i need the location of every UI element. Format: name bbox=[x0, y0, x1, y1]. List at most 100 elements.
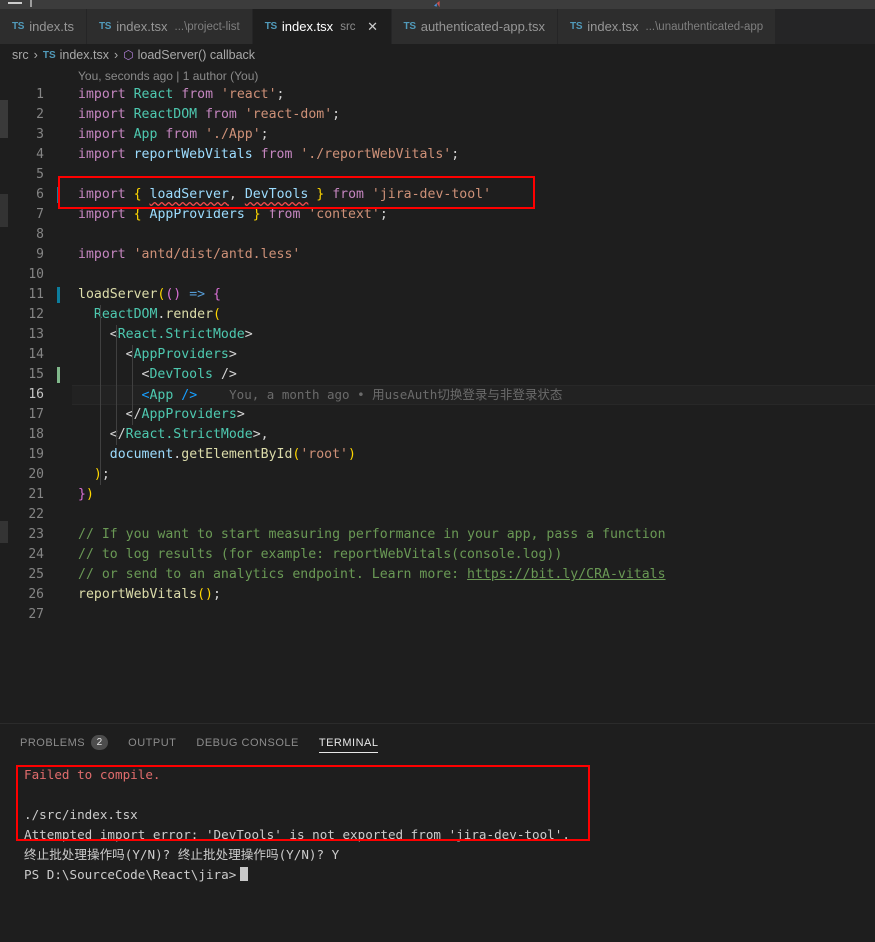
code-line[interactable]: 12 ReactDOM.render( bbox=[0, 305, 875, 325]
ts-file-icon: TS bbox=[42, 49, 56, 61]
line-number: 18 bbox=[28, 427, 44, 442]
breadcrumb[interactable]: src › TS index.tsx › ⬡ loadServer() call… bbox=[0, 44, 875, 66]
line-content: import 'antd/dist/antd.less' bbox=[78, 247, 301, 262]
code-line[interactable]: 2 import ReactDOM from 'react-dom'; bbox=[0, 105, 875, 125]
panel-tab-problems[interactable]: PROBLEMS 2 bbox=[20, 724, 109, 759]
terminal-prompt-line[interactable]: PS D:\SourceCode\React\jira> bbox=[24, 865, 875, 885]
indent-guide bbox=[100, 325, 101, 345]
code-line[interactable]: 9 import 'antd/dist/antd.less' bbox=[0, 245, 875, 265]
panel-tab-label: OUTPUT bbox=[128, 736, 177, 749]
editor-tab-authenticated-app-tsx[interactable]: TS authenticated-app.tsx bbox=[391, 9, 559, 44]
line-content: loadServer(() => { bbox=[78, 287, 221, 302]
indent-guide bbox=[100, 305, 101, 325]
title-bar-marker bbox=[30, 0, 32, 7]
breadcrumb-file[interactable]: index.tsx bbox=[60, 48, 109, 62]
line-content: // If you want to start measuring perfor… bbox=[78, 527, 666, 542]
tab-label: index.ts bbox=[29, 19, 74, 34]
panel-tab-label: TERMINAL bbox=[318, 736, 379, 749]
indent-guide bbox=[132, 405, 133, 425]
tab-description: ...\unauthenticated-app bbox=[645, 20, 764, 33]
line-number: 8 bbox=[36, 227, 44, 242]
panel-tab-output[interactable]: OUTPUT bbox=[128, 724, 176, 759]
terminal-output[interactable]: Failed to compile. ./src/index.tsx Attem… bbox=[0, 759, 875, 942]
line-number: 14 bbox=[28, 347, 44, 362]
tab-label: index.tsx bbox=[116, 19, 168, 34]
panel-tab-bar: PROBLEMS 2 OUTPUT DEBUG CONSOLE TERMINAL bbox=[0, 724, 875, 759]
tab-description: ...\project-list bbox=[174, 20, 240, 33]
code-line[interactable]: 11 loadServer(() => { bbox=[0, 285, 875, 305]
code-line[interactable]: 26 reportWebVitals(); bbox=[0, 585, 875, 605]
line-number: 15 bbox=[28, 367, 44, 382]
panel-tab-label: PROBLEMS bbox=[20, 736, 86, 749]
line-content: <App /> You, a month ago • 用useAuth切换登录与非… bbox=[141, 387, 563, 403]
code-line[interactable]: 14 <AppProviders> bbox=[0, 345, 875, 365]
vscode-logo-icon bbox=[434, 1, 440, 8]
code-line[interactable]: 27 bbox=[0, 605, 875, 625]
line-content: <React.StrictMode> bbox=[109, 327, 253, 342]
code-line[interactable]: 17 </AppProviders> bbox=[0, 405, 875, 425]
line-content: import { loadServer, DevTools } from 'ji… bbox=[78, 187, 492, 202]
close-icon[interactable]: ✕ bbox=[367, 20, 379, 33]
line-number: 13 bbox=[28, 327, 44, 342]
code-line[interactable]: 18 </React.StrictMode>, bbox=[0, 425, 875, 445]
line-number: 27 bbox=[28, 607, 44, 622]
panel-tab-terminal[interactable]: TERMINAL bbox=[318, 724, 379, 759]
code-line[interactable]: 15 <DevTools /> bbox=[0, 365, 875, 385]
code-line[interactable]: 22 bbox=[0, 505, 875, 525]
terminal-line: Attempted import error: 'DevTools' is no… bbox=[24, 827, 570, 842]
breadcrumb-root[interactable]: src bbox=[12, 48, 29, 62]
code-lines[interactable]: 1 import React from 'react'; 2 import Re… bbox=[0, 85, 875, 625]
line-number: 10 bbox=[28, 267, 44, 282]
code-editor[interactable]: You, seconds ago | 1 author (You) 1 impo… bbox=[0, 66, 875, 723]
line-content: import React from 'react'; bbox=[78, 87, 285, 102]
line-number: 12 bbox=[28, 307, 44, 322]
code-line[interactable]: 25 // or send to an analytics endpoint. … bbox=[0, 565, 875, 585]
editor-tab-index-ts[interactable]: TS index.ts bbox=[0, 9, 87, 44]
code-line[interactable]: 20 ); bbox=[0, 465, 875, 485]
panel-tab-label: DEBUG CONSOLE bbox=[196, 736, 299, 749]
vscode-window: TS index.ts TS index.tsx ...\project-lis… bbox=[0, 0, 875, 942]
indent-guide bbox=[116, 365, 117, 385]
indent-guide bbox=[100, 405, 101, 425]
code-line-current[interactable]: 16 <App /> You, a month ago • 用useAuth切换登… bbox=[0, 385, 875, 405]
editor-tab-index-tsx-project-list[interactable]: TS index.tsx ...\project-list bbox=[87, 9, 253, 44]
cra-vitals-link[interactable]: https://bit.ly/CRA-vitals bbox=[467, 567, 666, 582]
line-content: <DevTools /> bbox=[141, 367, 237, 382]
editor-tab-index-tsx-unauthenticated-app[interactable]: TS index.tsx ...\unauthenticated-app bbox=[558, 9, 777, 44]
line-content: }) bbox=[78, 487, 94, 502]
code-line[interactable]: 1 import React from 'react'; bbox=[0, 85, 875, 105]
indent-guide bbox=[116, 405, 117, 425]
line-content: import App from './App'; bbox=[78, 127, 269, 142]
line-number: 26 bbox=[28, 587, 44, 602]
terminal-line-prompt-confirm: 终止批处理操作吗(Y/N)? 终止批处理操作吗(Y/N)? Y bbox=[24, 847, 340, 862]
code-line[interactable]: 24 // to log results (for example: repor… bbox=[0, 545, 875, 565]
editor-tab-index-tsx-src[interactable]: TS index.tsx src ✕ bbox=[252, 9, 392, 44]
code-line[interactable]: 4 import reportWebVitals from './reportW… bbox=[0, 145, 875, 165]
code-line[interactable]: 8 bbox=[0, 225, 875, 245]
code-line[interactable]: 23 // If you want to start measuring per… bbox=[0, 525, 875, 545]
indent-guide bbox=[100, 345, 101, 365]
code-line[interactable]: 19 document.getElementById('root') bbox=[0, 445, 875, 465]
line-number: 17 bbox=[28, 407, 44, 422]
code-line[interactable]: 7 import { AppProviders } from 'context'… bbox=[0, 205, 875, 225]
breadcrumb-symbol[interactable]: loadServer() callback bbox=[138, 48, 255, 62]
line-number: 21 bbox=[28, 487, 44, 502]
code-line[interactable]: 13 <React.StrictMode> bbox=[0, 325, 875, 345]
line-number: 4 bbox=[36, 147, 44, 162]
line-content: // to log results (for example: reportWe… bbox=[78, 547, 563, 562]
line-number: 20 bbox=[28, 467, 44, 482]
chevron-right-icon: › bbox=[33, 48, 38, 62]
code-line[interactable]: 21 }) bbox=[0, 485, 875, 505]
code-line-import-error[interactable]: 6 import { loadServer, DevTools } from '… bbox=[0, 185, 875, 205]
line-content: import { AppProviders } from 'context'; bbox=[78, 207, 388, 222]
code-line[interactable]: 10 bbox=[0, 265, 875, 285]
bottom-panel: PROBLEMS 2 OUTPUT DEBUG CONSOLE TERMINAL… bbox=[0, 723, 875, 942]
code-line[interactable]: 5 bbox=[0, 165, 875, 185]
line-number: 25 bbox=[28, 567, 44, 582]
line-content: <AppProviders> bbox=[125, 347, 237, 362]
line-content: </React.StrictMode>, bbox=[109, 427, 269, 442]
panel-tab-debug-console[interactable]: DEBUG CONSOLE bbox=[196, 724, 298, 759]
editor-tab-bar: TS index.ts TS index.tsx ...\project-lis… bbox=[0, 9, 875, 44]
tab-description: src bbox=[340, 20, 356, 33]
code-line[interactable]: 3 import App from './App'; bbox=[0, 125, 875, 145]
